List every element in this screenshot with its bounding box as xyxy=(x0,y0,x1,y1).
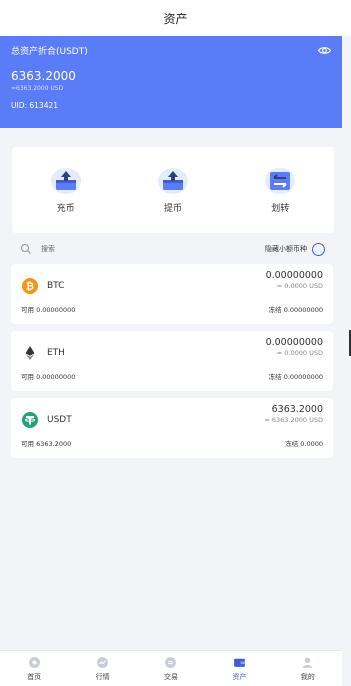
transfer-icon xyxy=(265,167,296,194)
deposit-label: 充币 xyxy=(56,203,75,214)
btc-icon: ₿ xyxy=(22,278,38,294)
coin-symbol: BTC xyxy=(47,281,65,291)
coin-amount: 6363.2000 xyxy=(271,404,323,415)
coin-card-btc[interactable]: ₿ BTC 0.00000000 ≈ 0.0000 USD 可用 0.00000… xyxy=(11,264,333,324)
eth-icon xyxy=(25,346,35,360)
coin-amount: 0.00000000 xyxy=(265,270,323,281)
tab-label: 交易 xyxy=(163,672,178,681)
tab-home[interactable]: 首页 xyxy=(9,656,59,682)
svg-text:₿: ₿ xyxy=(26,281,34,293)
user-uid: UID: 613421 xyxy=(11,101,59,110)
action-panel: 充币 提币 划转 xyxy=(12,147,334,233)
withdraw-label: 提币 xyxy=(163,203,182,214)
market-icon xyxy=(97,656,108,668)
bottom-tabbar: 首页 行情 交易 资产 我的 xyxy=(0,650,342,686)
tab-assets[interactable]: 资产 xyxy=(214,656,264,682)
eye-icon[interactable] xyxy=(318,44,331,57)
withdraw-icon xyxy=(157,167,188,194)
coin-card-usdt[interactable]: USDT 6363.2000 ≈ 6363.2000 USD 可用 6363.2… xyxy=(11,398,333,458)
tab-label: 资产 xyxy=(232,672,247,681)
tab-market[interactable]: 行情 xyxy=(78,656,128,682)
coin-frozen: 冻结 0.0000 xyxy=(285,440,323,448)
transfer-button[interactable]: 划转 xyxy=(250,167,310,214)
trade-icon xyxy=(165,656,177,668)
hide-small-label: 隐藏小额币种 xyxy=(265,245,307,253)
coin-frozen: 冻结 0.00000000 xyxy=(268,373,323,381)
coin-usd: ≈ 0.0000 USD xyxy=(276,349,323,357)
coin-frozen: 冻结 0.00000000 xyxy=(268,306,323,314)
profile-icon xyxy=(302,657,313,668)
coin-symbol: USDT xyxy=(47,415,72,425)
coin-card-eth[interactable]: ETH 0.00000000 ≈ 0.0000 USD 可用 0.0000000… xyxy=(11,331,333,391)
tab-profile[interactable]: 我的 xyxy=(283,656,333,682)
page-title: 资产 xyxy=(163,11,188,26)
tab-label: 首页 xyxy=(27,672,42,681)
withdraw-button[interactable]: 提币 xyxy=(143,167,203,214)
tab-label: 行情 xyxy=(95,672,110,681)
hide-small-toggle[interactable]: 隐藏小额币种 xyxy=(265,242,325,256)
coin-usd: ≈ 0.0000 USD xyxy=(276,282,323,290)
page-header: 资产 xyxy=(0,0,351,36)
balance-card: 总资产折合(USDT) 6363.2000 ≈6363.2000 USD UID… xyxy=(0,36,342,128)
search-placeholder: 搜索 xyxy=(41,245,55,253)
coin-usd: ≈ 6363.2000 USD xyxy=(264,416,323,424)
usdt-icon xyxy=(22,412,38,428)
wallet-icon xyxy=(233,658,245,667)
coin-amount: 0.00000000 xyxy=(265,337,323,348)
filter-row: 搜索 隐藏小额币种 xyxy=(20,240,325,258)
tab-trade[interactable]: 交易 xyxy=(146,656,196,682)
home-icon xyxy=(28,656,40,668)
search-icon xyxy=(20,243,31,254)
coin-available: 可用 0.00000000 xyxy=(21,373,76,381)
tab-label: 我的 xyxy=(300,672,315,681)
hide-small-checkbox[interactable] xyxy=(312,242,325,256)
search-input[interactable]: 搜索 xyxy=(20,243,55,255)
deposit-icon xyxy=(50,167,81,194)
transfer-label: 划转 xyxy=(271,203,290,214)
balance-usd: ≈6363.2000 USD xyxy=(11,85,64,92)
coin-available: 可用 6363.2000 xyxy=(21,440,72,448)
deposit-button[interactable]: 充币 xyxy=(36,167,96,214)
balance-amount: 6363.2000 xyxy=(11,69,76,83)
coin-available: 可用 0.00000000 xyxy=(21,306,76,314)
balance-title: 总资产折合(USDT) xyxy=(11,47,88,57)
coin-symbol: ETH xyxy=(47,348,65,358)
